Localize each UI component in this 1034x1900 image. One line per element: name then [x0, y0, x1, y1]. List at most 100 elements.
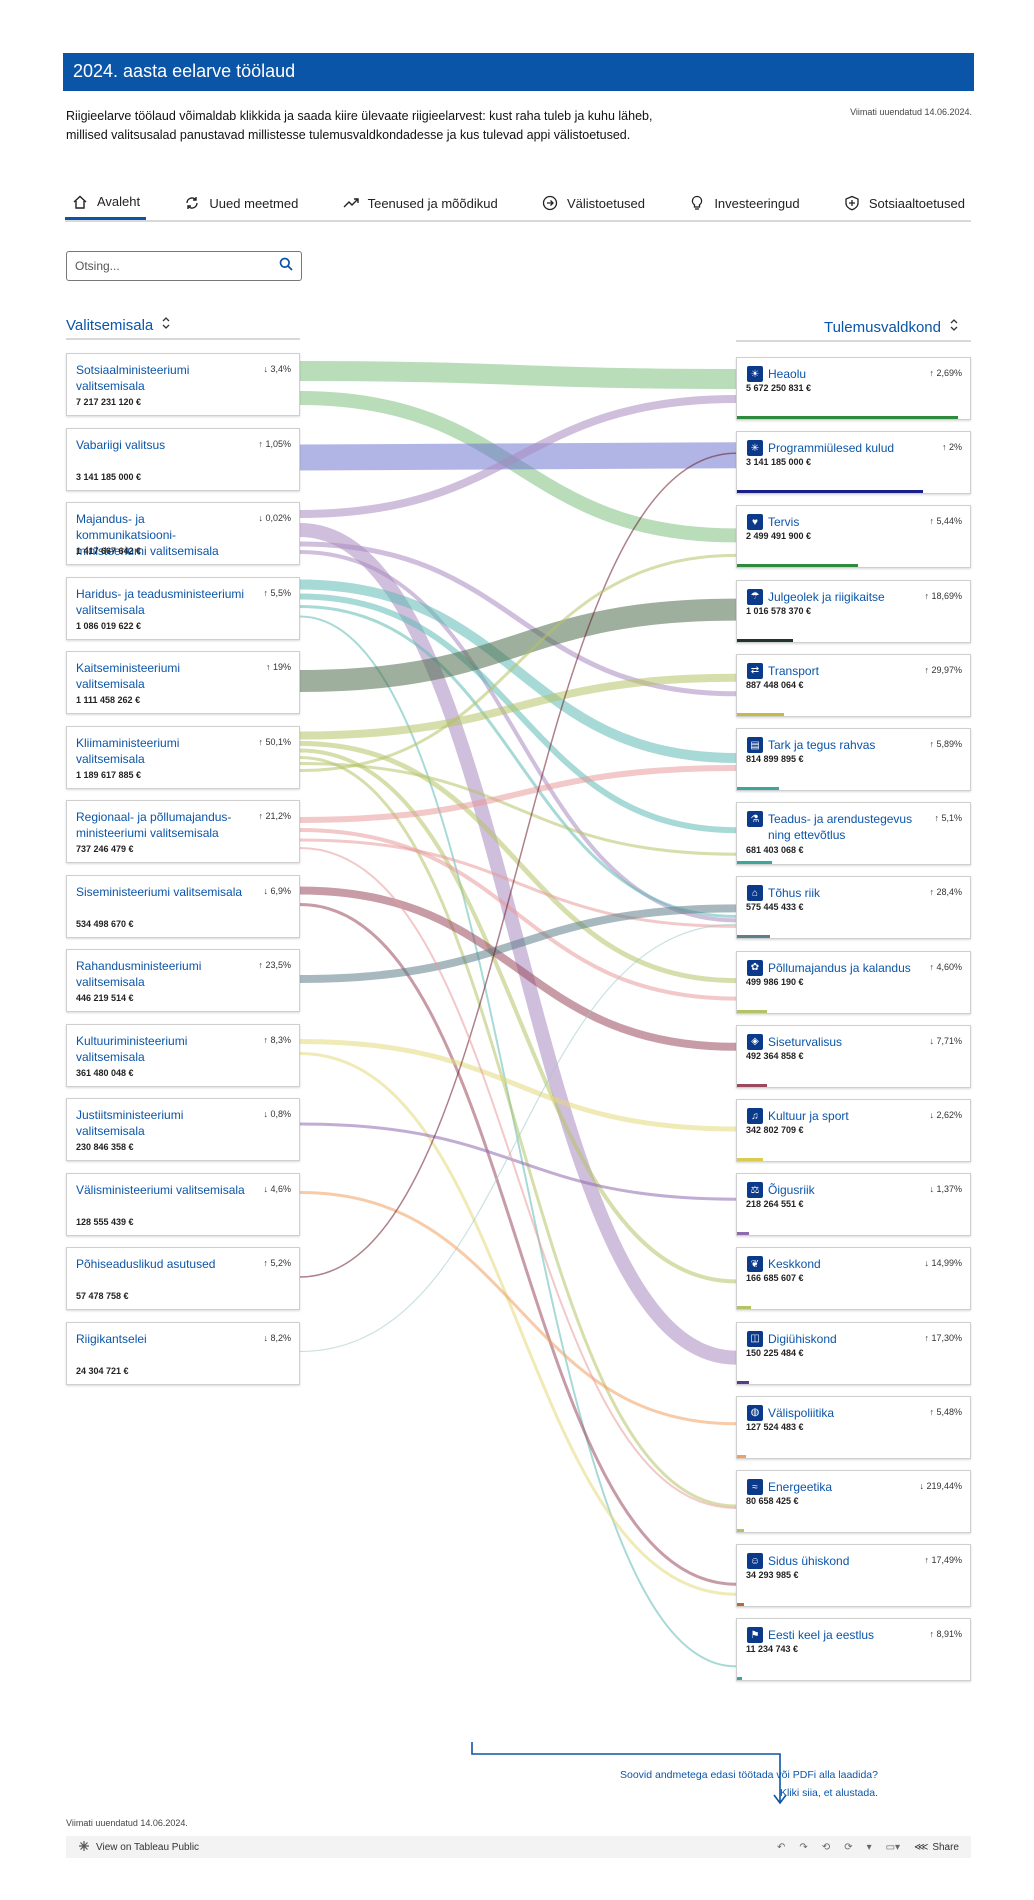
area-card[interactable]: ✿ Põllumajandus ja kalandus ↑ 4,60% 499 986… [736, 950, 971, 1014]
tab-label: Sotsiaaltoetused [868, 195, 965, 211]
culture-icon: ♫ [747, 1108, 763, 1124]
area-name: Transport [768, 663, 819, 678]
view-on-tableau-link[interactable]: View on Tableau Public [78, 1840, 199, 1855]
flow-ribbon [299, 605, 737, 918]
area-name: Tervis [768, 515, 800, 530]
flow-ribbon [299, 673, 737, 740]
flow-ribbon [299, 847, 737, 1509]
area-amount: 3 141 185 000 € [746, 457, 812, 468]
search-icon[interactable] [279, 257, 293, 276]
ministry-card[interactable]: Rahandusministeeriumi valitsemisala ↑ 23,… [66, 949, 300, 1012]
area-card[interactable]: ⚑ Eesti keel ja eestlus ↑ 8,91% 11 234 743 … [736, 1618, 971, 1682]
flow-ribbon [299, 553, 737, 772]
flow-ribbon [299, 579, 737, 763]
ministry-card[interactable]: Kliimaministeeriumi valitsemisala ↑ 50,1%… [66, 725, 300, 789]
ministry-card[interactable]: Kaitseministeeriumi valitsemisala ↑ 19% 1 … [66, 651, 300, 714]
area-card[interactable]: ◫ Digiühiskond ↑ 17,30% 150 225 484 € [736, 1321, 971, 1385]
flow-ribbon [299, 886, 737, 1051]
area-change: ↓ 14,99% [924, 1258, 962, 1269]
area-card[interactable]: ☀ Heaolu ↑ 2,69% 5 672 250 831 € [736, 357, 971, 420]
callout-line-2: Kliki siia, et alustada. [779, 1787, 878, 1799]
lightbulb-icon [688, 194, 706, 212]
area-card[interactable]: ☺ Sidus ühiskond ↑ 17,49% 34 293 985 € [736, 1544, 971, 1608]
tab-avaleht[interactable]: Avaleht [65, 186, 147, 220]
ministry-card[interactable]: Justiitsministeeriumi valitsemisala ↓ 0,8… [66, 1098, 300, 1161]
ministry-amount: 1 417 667 642 € [76, 546, 142, 556]
intro-line-2: millised valitsusalad panustavad millist… [66, 128, 631, 142]
area-card[interactable]: ♫ Kultuur ja sport ↓ 2,62% 342 802 709 € [736, 1099, 971, 1162]
ministry-card[interactable]: Majandus- ja kommunikatsiooni-ministeeri… [66, 502, 300, 565]
area-card[interactable]: ❦ Keskkond ↓ 14,99% 166 685 607 € [736, 1247, 971, 1311]
area-card[interactable]: ◍ Välispoliitika ↑ 5,48% 127 524 483 € [736, 1395, 971, 1459]
tab-valistoetused[interactable]: Välistoetused [535, 186, 651, 220]
tab-label: Investeeringud [714, 195, 800, 211]
tab-investeeringud[interactable]: Investeeringud [682, 186, 805, 220]
ministry-card[interactable]: Vabariigi valitsus ↑ 1,05% 3 141 185 000 € [66, 427, 300, 491]
health-icon: ♥ [747, 514, 763, 531]
ministry-card[interactable]: Siseministeeriumi valitsemisala ↓ 6,9% 534… [66, 874, 300, 938]
intro-line-1: Riigieelarve töölaud võimaldab klikkida … [66, 109, 653, 123]
area-card[interactable]: ⇄ Transport ↑ 29,97% 887 448 064 € [736, 653, 971, 717]
area-name: Tõhus riik [768, 886, 821, 901]
area-change: ↓ 2,62% [929, 1110, 962, 1120]
last-updated-top: Viimati uuendatud 14.06.2024. [850, 107, 972, 117]
trend-icon [342, 194, 360, 212]
ministry-change: ↑ 1,05% [258, 438, 291, 449]
redo-icon[interactable]: ↷ [799, 1842, 807, 1853]
area-name: Kultuur ja sport [768, 1109, 849, 1123]
ministry-card[interactable]: Välisministeeriumi valitsemisala ↓ 4,6% 12… [66, 1172, 300, 1236]
flag-icon: ⚑ [747, 1627, 763, 1644]
tab-teenused[interactable]: Teenused ja mõõdikud [336, 186, 504, 220]
pause-dropdown-icon[interactable]: ▾ [867, 1842, 872, 1853]
flow-ribbon [299, 550, 737, 923]
area-card[interactable]: ▤ Tark ja tegus rahvas ↑ 5,89% 814 899 895 … [736, 728, 971, 791]
area-share-bar [737, 1603, 744, 1607]
area-card[interactable]: ☂ Julgeolek ja riigikaitse ↑ 18,69% 1 016 5… [736, 579, 971, 643]
flow-ribbon [299, 598, 737, 692]
area-sort-header[interactable]: Tulemusvaldkond [736, 314, 971, 342]
area-share-bar [737, 1009, 768, 1013]
ministry-card[interactable]: Põhiseaduslikud asutused ↑ 5,2% 57 478 758… [66, 1247, 300, 1310]
ministry-card[interactable]: Haridus- ja teadusministeeriumi valitsem… [66, 576, 300, 640]
area-change: ↑ 5,44% [929, 516, 962, 527]
globe-icon: ◍ [747, 1404, 763, 1421]
callout-text[interactable]: Soovid andmetega edasi töötada või PDFi … [578, 1766, 878, 1802]
search-box [66, 251, 302, 281]
area-card[interactable]: ◈ Siseturvalisus ↓ 7,71% 492 364 858 € [736, 1024, 971, 1088]
area-card[interactable]: ≈ Energeetika ↓ 219,44% 80 658 425 € [736, 1470, 971, 1533]
refresh-data-icon[interactable]: ⟳ [844, 1842, 852, 1853]
area-card[interactable]: ⚗ Teadus- ja arendustegevus ning ettevõtl… [736, 802, 971, 866]
ministry-name: Kliimaministeeriumi valitsemisala [76, 735, 180, 766]
tab-uued-meetmed[interactable]: Uued meetmed [177, 186, 304, 220]
flow-ribbon [299, 903, 737, 1586]
ministry-card[interactable]: Sotsiaalministeeriumi valitsemisala ↓ 3,4… [66, 353, 300, 416]
undo-icon[interactable]: ↶ [777, 1842, 785, 1853]
book-icon: ▤ [747, 737, 763, 753]
area-change: ↑ 2,69% [929, 368, 962, 378]
area-name: Tark ja tegus rahvas [768, 738, 876, 752]
area-card[interactable]: ⌂ Tõhus riik ↑ 28,4% 575 445 433 € [736, 876, 971, 940]
arrow-circle-icon [541, 194, 559, 212]
ministry-sort-header[interactable]: Valitsemisala [66, 312, 300, 340]
device-preview-icon[interactable]: ▭▾ [886, 1842, 900, 1853]
ministry-name: Vabariigi valitsus [76, 437, 166, 452]
area-card[interactable]: ✳ Programmiülesed kulud ↑ 2% 3 141 185 000 … [736, 431, 971, 495]
area-amount: 887 448 064 € [746, 679, 804, 690]
search-input[interactable] [75, 259, 279, 273]
area-name: Siseturvalisus [768, 1034, 843, 1049]
revert-icon[interactable]: ⟲ [822, 1842, 830, 1853]
area-card[interactable]: ♥ Tervis ↑ 5,44% 2 499 491 900 € [736, 505, 971, 569]
ministry-name: Sotsiaalministeeriumi valitsemisala [76, 363, 190, 393]
ministry-change: ↑ 5,5% [263, 587, 291, 598]
ministry-name: Kaitseministeeriumi valitsemisala [76, 661, 181, 691]
ministry-card[interactable]: Riigikantselei ↓ 8,2% 24 304 721 € [66, 1321, 300, 1385]
share-button[interactable]: ⋘ Share [914, 1842, 959, 1853]
flow-ribbon [299, 1191, 737, 1426]
area-card[interactable]: ⚖ Õigusriik ↓ 1,37% 218 264 551 € [736, 1173, 971, 1237]
tab-sotsiaaltoetused[interactable]: Sotsiaaltoetused [837, 186, 971, 220]
ministry-card[interactable]: Kultuuriministeeriumi valitsemisala ↑ 8,3… [66, 1023, 300, 1087]
wheat-icon: ✿ [747, 959, 763, 976]
callout-line-1: Soovid andmetega edasi töötada või PDFi … [619, 1769, 878, 1781]
ministry-card[interactable]: Regionaal- ja põllumajandus-ministeerium… [66, 800, 300, 863]
ministry-change: ↑ 50,1% [258, 736, 291, 747]
